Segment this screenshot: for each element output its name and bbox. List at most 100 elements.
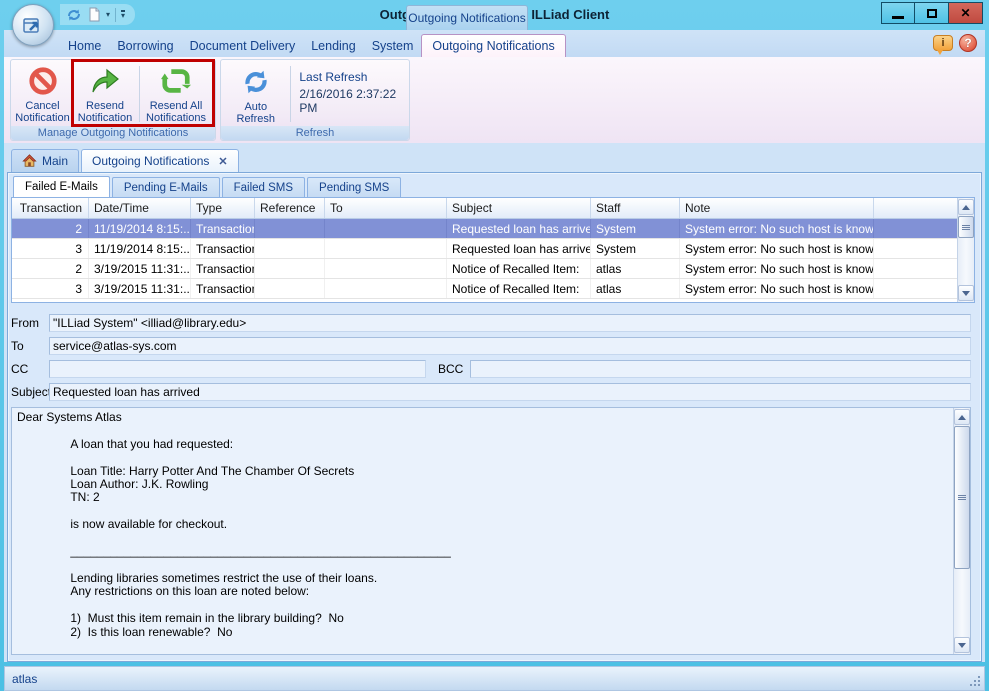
email-body-container: Dear Systems Atlas A loan that you had r…: [11, 407, 971, 655]
from-field[interactable]: [49, 314, 971, 332]
arrow-down-icon: [958, 643, 966, 648]
subject-field[interactable]: [49, 383, 971, 401]
to-field[interactable]: [49, 337, 971, 355]
group-separator: [290, 66, 291, 122]
cell-transaction: 2: [12, 219, 89, 238]
cell-datetime: 3/19/2015 11:31:...: [89, 259, 191, 278]
ribbon-tab-home[interactable]: Home: [60, 34, 109, 57]
workspace: Main Outgoing Notifications ✕ Failed E-M…: [4, 143, 985, 662]
outgoing-notifications-panel: Failed E-Mails Pending E-Mails Failed SM…: [7, 172, 982, 662]
ribbon-tab-system[interactable]: System: [364, 34, 422, 57]
window-controls: ✕: [881, 2, 983, 24]
tab-close-icon[interactable]: ✕: [218, 155, 227, 168]
cell-reference: [255, 219, 325, 238]
ribbon-tab-borrowing[interactable]: Borrowing: [109, 34, 181, 57]
cell-note: System error: No such host is known: [680, 279, 874, 298]
email-vertical-scrollbar[interactable]: [953, 408, 970, 654]
grid-vertical-scrollbar[interactable]: [957, 198, 974, 302]
help-icon[interactable]: ?: [959, 34, 977, 52]
cell-type: Transaction: [191, 279, 255, 298]
cell-reference: [255, 239, 325, 258]
subject-row: Subject: [11, 383, 971, 401]
failed-emails-grid: Transaction Date/Time Type Reference To …: [11, 197, 975, 303]
resize-grip-icon[interactable]: [969, 675, 982, 688]
resend-notification-label: Resend Notification: [78, 100, 132, 124]
ribbon-tab-document-delivery[interactable]: Document Delivery: [182, 34, 304, 57]
cell-staff: System: [591, 219, 680, 238]
tab-outgoing-notifications[interactable]: Outgoing Notifications ✕: [81, 149, 239, 172]
resend-notification-button[interactable]: Resend Notification: [72, 62, 138, 126]
column-header-to[interactable]: To: [325, 198, 447, 218]
thumb-grip-icon: [962, 225, 970, 230]
application-menu-button[interactable]: [12, 4, 54, 46]
grid-header-row: Transaction Date/Time Type Reference To …: [12, 198, 957, 219]
ribbon-tab-strip: Home Borrowing Document Delivery Lending…: [4, 30, 985, 57]
contextual-tab-group-label: Outgoing Notifications: [406, 5, 528, 30]
subtab-failed-sms[interactable]: Failed SMS: [222, 177, 305, 197]
scroll-thumb[interactable]: [954, 426, 970, 569]
thumb-grip-icon: [958, 495, 966, 500]
ribbon-tab-outgoing-notifications[interactable]: Outgoing Notifications: [421, 34, 565, 57]
last-refresh-info: Last Refresh 2/16/2016 2:37:22 PM: [291, 62, 407, 126]
tab-outgoing-notifications-label: Outgoing Notifications: [92, 154, 209, 168]
from-row: From: [11, 314, 971, 332]
table-row[interactable]: 3 3/19/2015 11:31:... Transaction Notice…: [12, 279, 957, 299]
bcc-label: BCC: [438, 362, 470, 376]
scroll-down-button[interactable]: [954, 637, 970, 653]
resend-all-notifications-button[interactable]: Resend All Notifications: [141, 62, 211, 126]
table-row[interactable]: 3 11/19/2014 8:15:... Transaction Reques…: [12, 239, 957, 259]
cancel-notification-button[interactable]: Cancel Notification: [13, 62, 72, 126]
column-header-reference[interactable]: Reference: [255, 198, 325, 218]
auto-refresh-label: Auto Refresh: [226, 101, 286, 125]
resend-all-loop-icon: [159, 64, 193, 98]
email-body[interactable]: Dear Systems Atlas A loan that you had r…: [12, 408, 953, 654]
home-icon: [22, 154, 37, 168]
subtab-failed-emails[interactable]: Failed E-Mails: [13, 176, 110, 197]
info-bubble-icon[interactable]: i: [933, 35, 953, 51]
tab-main-label: Main: [42, 154, 68, 168]
cc-field[interactable]: [49, 360, 426, 378]
document-tab-bar: Main Outgoing Notifications ✕: [7, 148, 982, 172]
close-button[interactable]: ✕: [949, 2, 983, 24]
group-refresh: Auto Refresh Last Refresh 2/16/2016 2:37…: [220, 59, 410, 141]
cell-filler: [874, 239, 957, 258]
column-header-subject[interactable]: Subject: [447, 198, 591, 218]
scroll-up-button[interactable]: [954, 409, 970, 425]
scroll-down-button[interactable]: [958, 285, 974, 301]
resend-all-notifications-label: Resend All Notifications: [146, 100, 206, 124]
column-header-type[interactable]: Type: [191, 198, 255, 218]
close-icon: ✕: [960, 6, 970, 20]
cancel-icon: [26, 64, 60, 98]
maximize-button[interactable]: [915, 2, 949, 24]
scroll-thumb[interactable]: [958, 216, 974, 238]
tab-main[interactable]: Main: [11, 149, 79, 172]
app-window: ▾ ▾ Outgoing Notifications - ILLiad Clie…: [0, 0, 989, 691]
subtab-pending-sms[interactable]: Pending SMS: [307, 177, 401, 197]
table-row[interactable]: 2 11/19/2014 8:15:... Transaction Reques…: [12, 219, 957, 239]
table-row[interactable]: 2 3/19/2015 11:31:... Transaction Notice…: [12, 259, 957, 279]
scroll-up-button[interactable]: [958, 199, 974, 215]
column-header-datetime[interactable]: Date/Time: [89, 198, 191, 218]
cell-transaction: 3: [12, 279, 89, 298]
column-header-note[interactable]: Note: [680, 198, 874, 218]
cancel-notification-label: Cancel Notification: [15, 100, 69, 124]
column-header-staff[interactable]: Staff: [591, 198, 680, 218]
minimize-button[interactable]: [881, 2, 915, 24]
group-caption-manage: Manage Outgoing Notifications: [11, 126, 215, 140]
email-detail-form: From To CC BCC Subject: [11, 314, 975, 401]
minimize-icon: [892, 16, 904, 19]
cell-reference: [255, 279, 325, 298]
auto-refresh-button[interactable]: Auto Refresh: [223, 62, 289, 126]
bcc-field[interactable]: [470, 360, 971, 378]
arrow-up-icon: [962, 205, 970, 210]
cell-to: [325, 279, 447, 298]
cell-to: [325, 219, 447, 238]
cell-filler: [874, 279, 957, 298]
ribbon-tab-lending[interactable]: Lending: [303, 34, 364, 57]
column-header-transaction[interactable]: Transaction: [12, 198, 89, 218]
cell-datetime: 3/19/2015 11:31:...: [89, 279, 191, 298]
email-body-text: Dear Systems Atlas A loan that you had r…: [17, 411, 948, 654]
subtab-pending-emails[interactable]: Pending E-Mails: [112, 177, 220, 197]
cell-type: Transaction: [191, 259, 255, 278]
resend-arrow-icon: [88, 64, 122, 98]
